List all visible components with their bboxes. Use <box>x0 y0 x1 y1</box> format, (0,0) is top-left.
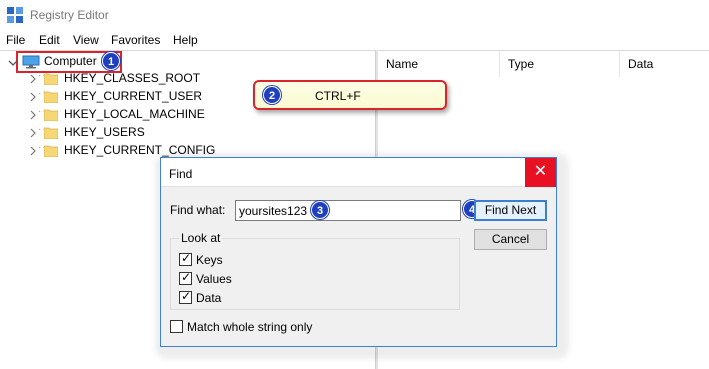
expand-chevron-icon[interactable] <box>28 128 38 138</box>
registry-editor-icon <box>7 7 23 23</box>
look-at-group: Look at ✓ Keys ✓ Values ✓ Data <box>170 231 460 310</box>
tree-item-label: HKEY_LOCAL_MACHINE <box>64 107 205 121</box>
menu-help[interactable]: Help <box>173 33 198 47</box>
dialog-title: Find <box>169 167 193 181</box>
data-label[interactable]: Data <box>196 291 221 305</box>
tree-item-label: HKEY_USERS <box>64 125 145 139</box>
check-icon: ✓ <box>181 270 192 284</box>
folder-icon <box>44 145 58 157</box>
column-header-data[interactable]: Data <box>620 51 709 77</box>
values-label[interactable]: Values <box>196 272 232 286</box>
tree-item-hkey-users[interactable]: ·· HKEY_USERS <box>0 124 300 142</box>
data-checkbox[interactable]: ✓ <box>179 289 192 304</box>
menu-favorites[interactable]: Favorites <box>111 33 160 47</box>
dialog-title-bar[interactable]: Find ✕ <box>161 158 556 187</box>
title-bar: Registry Editor <box>0 0 709 30</box>
folder-icon <box>44 73 58 85</box>
values-checkbox[interactable]: ✓ <box>179 270 192 285</box>
match-whole-string-checkbox[interactable] <box>170 320 183 333</box>
find-dialog: Find ✕ Find what: 3 4 Find Next Cancel L… <box>160 157 557 347</box>
column-header-name[interactable]: Name <box>378 51 500 77</box>
menu-file[interactable]: File <box>6 33 25 47</box>
keys-checkbox[interactable]: ✓ <box>179 251 192 266</box>
cancel-button[interactable]: Cancel <box>474 229 547 250</box>
step-badge-2: 2 <box>263 86 281 104</box>
check-icon: ✓ <box>181 289 192 303</box>
expand-chevron-icon[interactable] <box>28 146 38 156</box>
match-whole-string-label[interactable]: Match whole string only <box>187 320 312 334</box>
folder-icon <box>44 127 58 139</box>
check-icon: ✓ <box>181 251 192 265</box>
menu-bar: File Edit View Favorites Help <box>0 30 709 50</box>
step-badge-1: 1 <box>102 52 120 70</box>
keys-label[interactable]: Keys <box>196 253 223 267</box>
collapse-chevron-icon[interactable] <box>8 58 18 68</box>
look-at-label: Look at <box>179 231 223 245</box>
menu-view[interactable]: View <box>73 33 99 47</box>
close-button[interactable]: ✕ <box>525 158 556 187</box>
window-title: Registry Editor <box>30 8 109 22</box>
tree-item-label: HKEY_CURRENT_USER <box>64 89 203 103</box>
tree-item-label: HKEY_CLASSES_ROOT <box>64 71 201 85</box>
menu-edit[interactable]: Edit <box>39 33 60 47</box>
step-badge-3: 3 <box>311 201 329 219</box>
expand-chevron-icon[interactable] <box>28 92 38 102</box>
computer-icon <box>22 55 40 69</box>
tree-item-computer[interactable]: Computer <box>44 54 97 68</box>
column-header-type[interactable]: Type <box>500 51 620 77</box>
expand-chevron-icon[interactable] <box>28 110 38 120</box>
folder-icon <box>44 91 58 103</box>
folder-icon <box>44 109 58 121</box>
find-what-label: Find what: <box>170 203 226 217</box>
shortcut-callout-text: CTRL+F <box>315 89 361 103</box>
expand-chevron-icon[interactable] <box>28 74 38 84</box>
find-next-button[interactable]: Find Next <box>474 200 547 221</box>
shortcut-callout: 2 CTRL+F <box>253 80 447 110</box>
find-what-input[interactable] <box>235 200 461 221</box>
